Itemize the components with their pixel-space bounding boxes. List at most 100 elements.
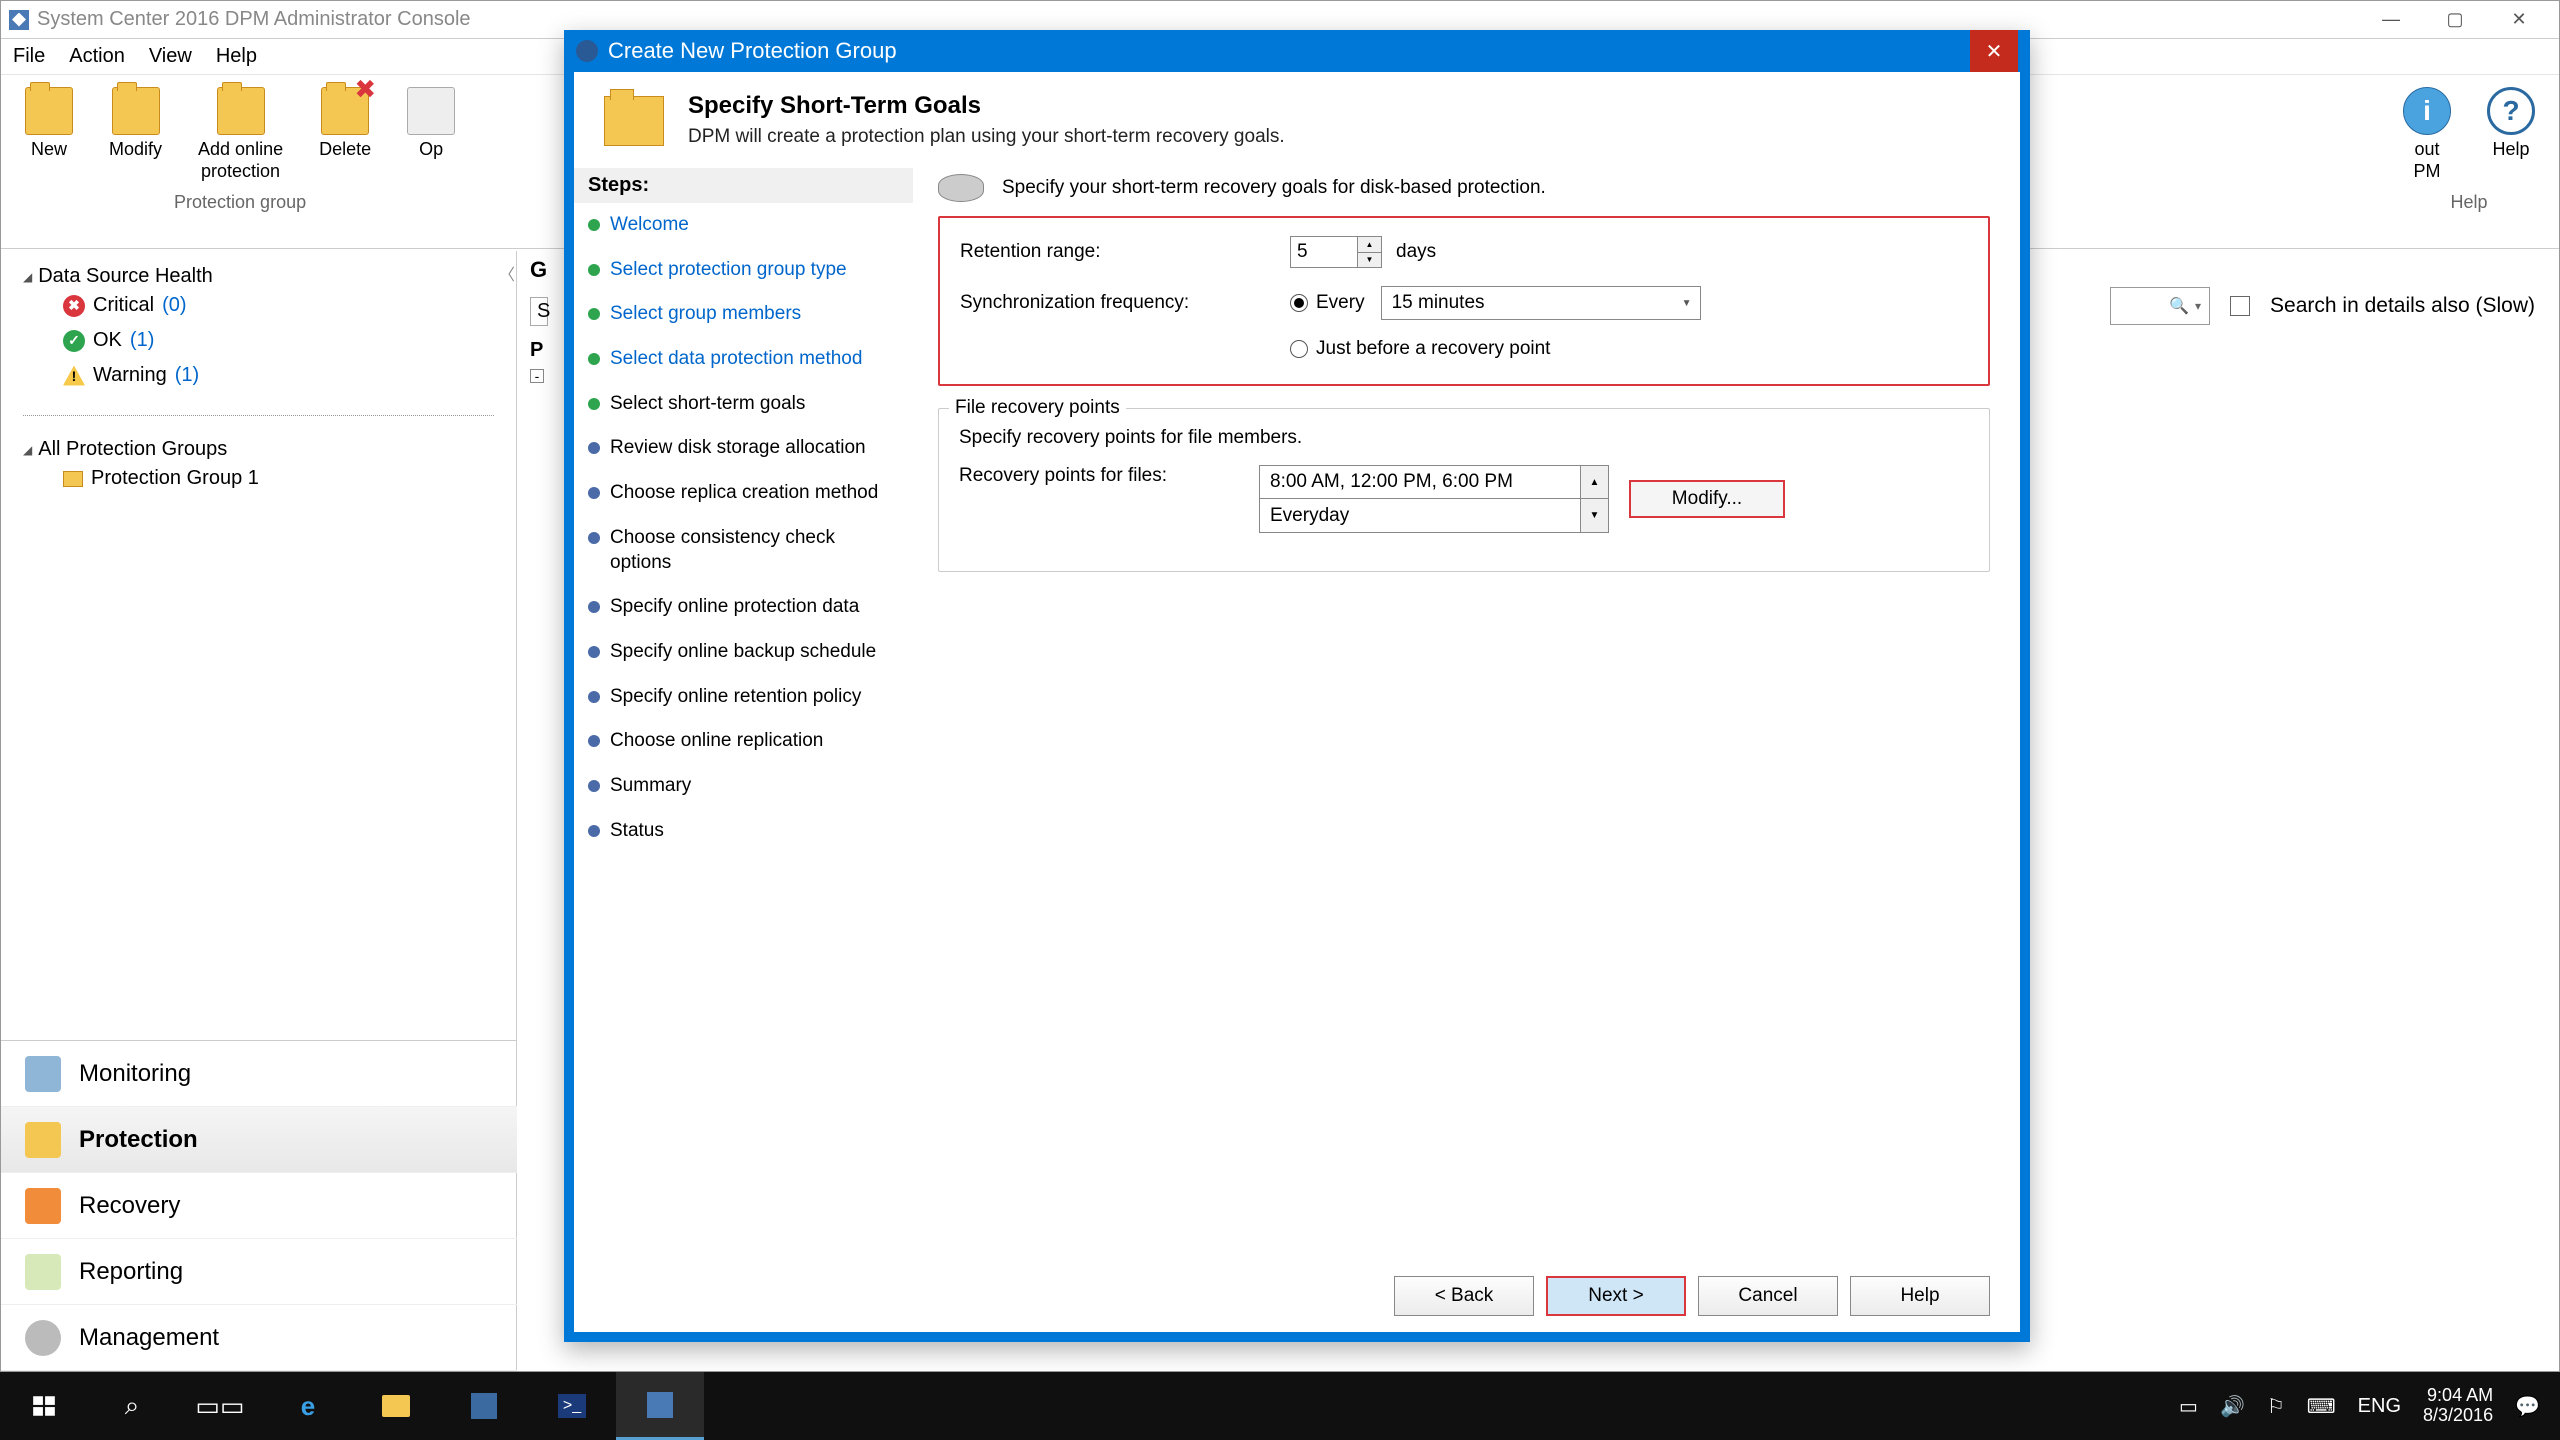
modify-schedule-button[interactable]: Modify... — [1629, 480, 1785, 518]
dialog-header: Specify Short-Term Goals DPM will create… — [574, 72, 2020, 160]
wizard-steps-panel: Steps: Welcome Select protection group t… — [574, 160, 914, 1222]
sync-interval-select[interactable]: 15 minutes — [1381, 286, 1701, 320]
dialog-title: Create New Protection Group — [608, 38, 897, 64]
tray-keyboard-icon[interactable]: ⌨ — [2307, 1394, 2336, 1419]
search-details-checkbox[interactable] — [2230, 296, 2250, 316]
help-button[interactable]: Help — [1850, 1276, 1990, 1316]
ie-taskbar-button[interactable]: e — [264, 1372, 352, 1440]
sync-every-label: Every — [1316, 292, 1365, 314]
sync-before-rp-label: Just before a recovery point — [1316, 338, 1550, 360]
step-online-replication: Choose online replication — [574, 719, 913, 764]
search-taskbar-button[interactable]: ⌕ — [88, 1372, 176, 1440]
server-manager-button[interactable] — [440, 1372, 528, 1440]
all-protection-groups-header[interactable]: All Protection Groups — [23, 438, 494, 461]
data-source-health-header[interactable]: Data Source Health — [23, 265, 494, 288]
monitoring-icon — [25, 1056, 61, 1092]
menu-view[interactable]: View — [149, 45, 192, 68]
nav-protection[interactable]: Protection — [1, 1107, 517, 1173]
cancel-button[interactable]: Cancel — [1698, 1276, 1838, 1316]
server-icon — [471, 1393, 497, 1419]
reporting-icon — [25, 1254, 61, 1290]
bottom-nav: Monitoring Protection Recovery Reporting… — [1, 1040, 517, 1371]
rp-days-field[interactable]: Everyday ▼ — [1259, 499, 1609, 533]
retention-highlight-box: Retention range: 5 ▲ ▼ days Synchronizat… — [938, 216, 1990, 386]
retention-label: Retention range: — [960, 241, 1290, 263]
ribbon-group-help: i out PM ? Help Help — [2393, 81, 2545, 248]
maximize-button[interactable]: ▢ — [2423, 2, 2487, 38]
retention-spinner[interactable]: 5 ▲ ▼ — [1290, 236, 1382, 268]
step-select-members[interactable]: Select group members — [574, 292, 913, 337]
search-icon: ⌕ — [125, 1390, 140, 1422]
ribbon-modify-button[interactable]: Modify — [99, 81, 172, 188]
nav-management[interactable]: Management — [1, 1305, 517, 1371]
dialog-heading: Specify Short-Term Goals — [688, 92, 1285, 120]
step-online-data: Specify online protection data — [574, 585, 913, 630]
ribbon-add-online-button[interactable]: Add online protection — [188, 81, 293, 188]
start-button[interactable] — [0, 1372, 88, 1440]
spinner-down-icon[interactable]: ▼ — [1358, 253, 1381, 268]
minimize-button[interactable]: — — [2359, 2, 2423, 38]
menu-file[interactable]: File — [13, 45, 45, 68]
explorer-taskbar-button[interactable] — [352, 1372, 440, 1440]
step-online-retention: Specify online retention policy — [574, 675, 913, 720]
ribbon-delete-button[interactable]: ✖ Delete — [309, 81, 381, 188]
critical-icon: ✖ — [63, 295, 85, 317]
spinner-up-icon[interactable]: ▲ — [1358, 237, 1381, 253]
sync-every-radio[interactable] — [1290, 294, 1308, 312]
menu-help[interactable]: Help — [216, 45, 257, 68]
ribbon-help-group-label: Help — [2450, 192, 2487, 213]
close-button[interactable]: ✕ — [2487, 2, 2551, 38]
health-warning-item[interactable]: ! Warning (1) — [23, 358, 494, 393]
nav-reporting[interactable]: Reporting — [1, 1239, 517, 1305]
app-icon — [9, 10, 29, 30]
tray-language[interactable]: ENG — [2358, 1395, 2401, 1418]
ribbon-help-button[interactable]: ? Help — [2477, 81, 2545, 188]
rp-days-down-icon[interactable]: ▼ — [1580, 499, 1608, 532]
tray-network-icon[interactable]: ▭ — [2179, 1394, 2198, 1419]
step-welcome[interactable]: Welcome — [574, 203, 913, 248]
dialog-icon — [576, 40, 598, 62]
step-select-type[interactable]: Select protection group type — [574, 248, 913, 293]
file-rp-subtitle: Specify recovery points for file members… — [959, 427, 1969, 449]
dialog-close-button[interactable]: ✕ — [1970, 30, 2018, 72]
health-critical-item[interactable]: ✖ Critical (0) — [23, 288, 494, 323]
ribbon-options-button[interactable]: Op — [397, 81, 465, 188]
sync-label: Synchronization frequency: — [960, 292, 1290, 314]
nav-divider — [23, 415, 494, 416]
window-controls: — ▢ ✕ — [2359, 2, 2551, 38]
rp-times-field[interactable]: 8:00 AM, 12:00 PM, 6:00 PM ▲ — [1259, 465, 1609, 499]
step-short-term-goals[interactable]: Select short-term goals — [574, 382, 913, 427]
nav-recovery[interactable]: Recovery — [1, 1173, 517, 1239]
search-dropdown-icon[interactable]: ▾ — [2195, 299, 2201, 313]
retention-row: Retention range: 5 ▲ ▼ days — [960, 236, 1968, 268]
collapse-chevron-icon[interactable]: 〈 — [499, 261, 515, 285]
ribbon-new-button[interactable]: New — [15, 81, 83, 188]
dialog-titlebar: Create New Protection Group ✕ — [564, 30, 2030, 72]
menu-action[interactable]: Action — [69, 45, 125, 68]
tray-notifications-icon[interactable]: 💬 — [2515, 1394, 2540, 1419]
tray-flag-icon[interactable]: ⚐ — [2267, 1394, 2285, 1419]
search-input[interactable]: 🔍 ▾ — [2110, 287, 2210, 325]
taskbar: ⌕ ▭▭ e >_ ▭ 🔊 ⚐ ⌨ ENG 9:04 AM 8/3/2016 💬 — [0, 1372, 2560, 1440]
powershell-button[interactable]: >_ — [528, 1372, 616, 1440]
ribbon-about-button[interactable]: i out PM — [2393, 81, 2461, 188]
ok-icon: ✓ — [63, 330, 85, 352]
rp-times-up-icon[interactable]: ▲ — [1580, 466, 1608, 498]
dpm-taskbar-button[interactable] — [616, 1372, 704, 1440]
options-icon — [407, 87, 455, 135]
sync-before-rp-radio[interactable] — [1290, 340, 1308, 358]
next-button[interactable]: Next > — [1546, 1276, 1686, 1316]
ribbon-group-protection: New Modify Add online protection ✖ Delet… — [15, 81, 465, 248]
task-view-button[interactable]: ▭▭ — [176, 1372, 264, 1440]
dpm-icon — [647, 1392, 673, 1418]
back-button[interactable]: < Back — [1394, 1276, 1534, 1316]
step-select-method[interactable]: Select data protection method — [574, 337, 913, 382]
nav-monitoring[interactable]: Monitoring — [1, 1041, 517, 1107]
health-ok-item[interactable]: ✓ OK (1) — [23, 323, 494, 358]
dialog-subheading: DPM will create a protection plan using … — [688, 126, 1285, 148]
disk-icon — [938, 174, 984, 202]
delete-folder-icon: ✖ — [321, 87, 369, 135]
protection-group-1-item[interactable]: Protection Group 1 — [23, 461, 494, 496]
tray-volume-icon[interactable]: 🔊 — [2220, 1394, 2245, 1419]
tray-clock[interactable]: 9:04 AM 8/3/2016 — [2423, 1386, 2493, 1426]
